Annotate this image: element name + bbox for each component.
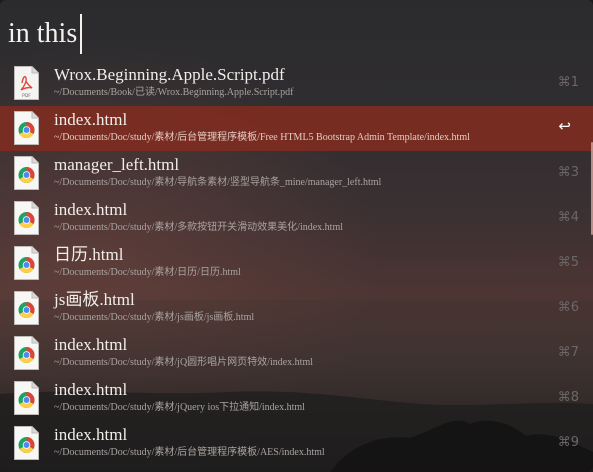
result-row[interactable]: 日历.html ~/Documents/Doc/study/素材/日历/日历.ht… (0, 241, 593, 286)
search-query-input[interactable]: in this (8, 14, 82, 54)
result-path: ~/Documents/Doc/study/素材/后台管理程序模板/Free H… (54, 132, 470, 143)
result-row[interactable]: index.html ~/Documents/Doc/study/素材/jQ圆形唱… (0, 331, 593, 376)
result-row[interactable]: PDF Wrox.Beginning.Apple.Script.pdf ~/Docu… (0, 61, 593, 106)
search-bar[interactable]: in this (0, 0, 593, 62)
result-shortcut: ⌘8 (557, 390, 579, 405)
result-title: Wrox.Beginning.Apple.Script.pdf (54, 65, 285, 84)
pdf-icon-label: PDF (22, 93, 31, 99)
result-title: index.html (54, 110, 128, 129)
result-shortcut: ⌘4 (557, 210, 579, 225)
result-path: ~/Documents/Doc/study/素材/导航条素材/竖型导航条_min… (54, 177, 382, 188)
result-shortcut: ⌘6 (557, 300, 579, 315)
result-shortcut: ⌘5 (557, 255, 579, 270)
text-caret (80, 14, 82, 54)
result-path: ~/Documents/Book/已读/Wrox.Beginning.Apple… (54, 87, 294, 98)
result-title: index.html (54, 335, 128, 354)
result-shortcut: ⌘9 (557, 435, 579, 450)
result-row-selected[interactable]: index.html ~/Documents/Doc/study/素材/后台管理程… (0, 106, 593, 151)
result-title: index.html (54, 200, 128, 219)
result-path: ~/Documents/Doc/study/素材/jQ圆形唱片网页特效/inde… (54, 357, 314, 368)
result-row[interactable]: js画板.html ~/Documents/Doc/study/素材/js画板/j… (0, 286, 593, 331)
result-row[interactable]: manager_left.html ~/Documents/Doc/study/素… (0, 151, 593, 196)
result-row[interactable]: index.html ~/Documents/Doc/study/素材/jQuer… (0, 376, 593, 421)
result-path: ~/Documents/Doc/study/素材/jQuery ios下拉通知/… (54, 402, 305, 413)
result-row[interactable]: index.html ~/Documents/Doc/study/素材/多款按钮开… (0, 196, 593, 241)
search-query-text: in this (8, 18, 78, 49)
result-title: manager_left.html (54, 155, 180, 174)
result-path: ~/Documents/Doc/study/素材/后台管理程序模板/AES/in… (54, 447, 325, 458)
result-title: js画板.html (54, 290, 135, 309)
results-list: PDF Wrox.Beginning.Apple.Script.pdf ~/Docu… (0, 61, 593, 466)
result-shortcut: ⌘3 (557, 165, 579, 180)
result-shortcut: ⌘1 (557, 75, 579, 90)
result-path: ~/Documents/Doc/study/素材/多款按钮开关滑动效果美化/in… (54, 222, 344, 233)
return-key-icon: ↩ (558, 117, 571, 135)
result-title: index.html (54, 380, 128, 399)
result-path: ~/Documents/Doc/study/素材/日历/日历.html (54, 267, 241, 278)
result-row[interactable]: index.html ~/Documents/Doc/study/素材/后台管理程… (0, 421, 593, 466)
result-title: index.html (54, 425, 128, 444)
result-path: ~/Documents/Doc/study/素材/js画板/js画板.html (54, 312, 255, 323)
result-title: 日历.html (54, 245, 124, 264)
alfred-launcher-window: in this PDF Wrox.Beginning.Apple.Script.p… (0, 0, 593, 472)
result-shortcut: ⌘7 (557, 345, 579, 360)
